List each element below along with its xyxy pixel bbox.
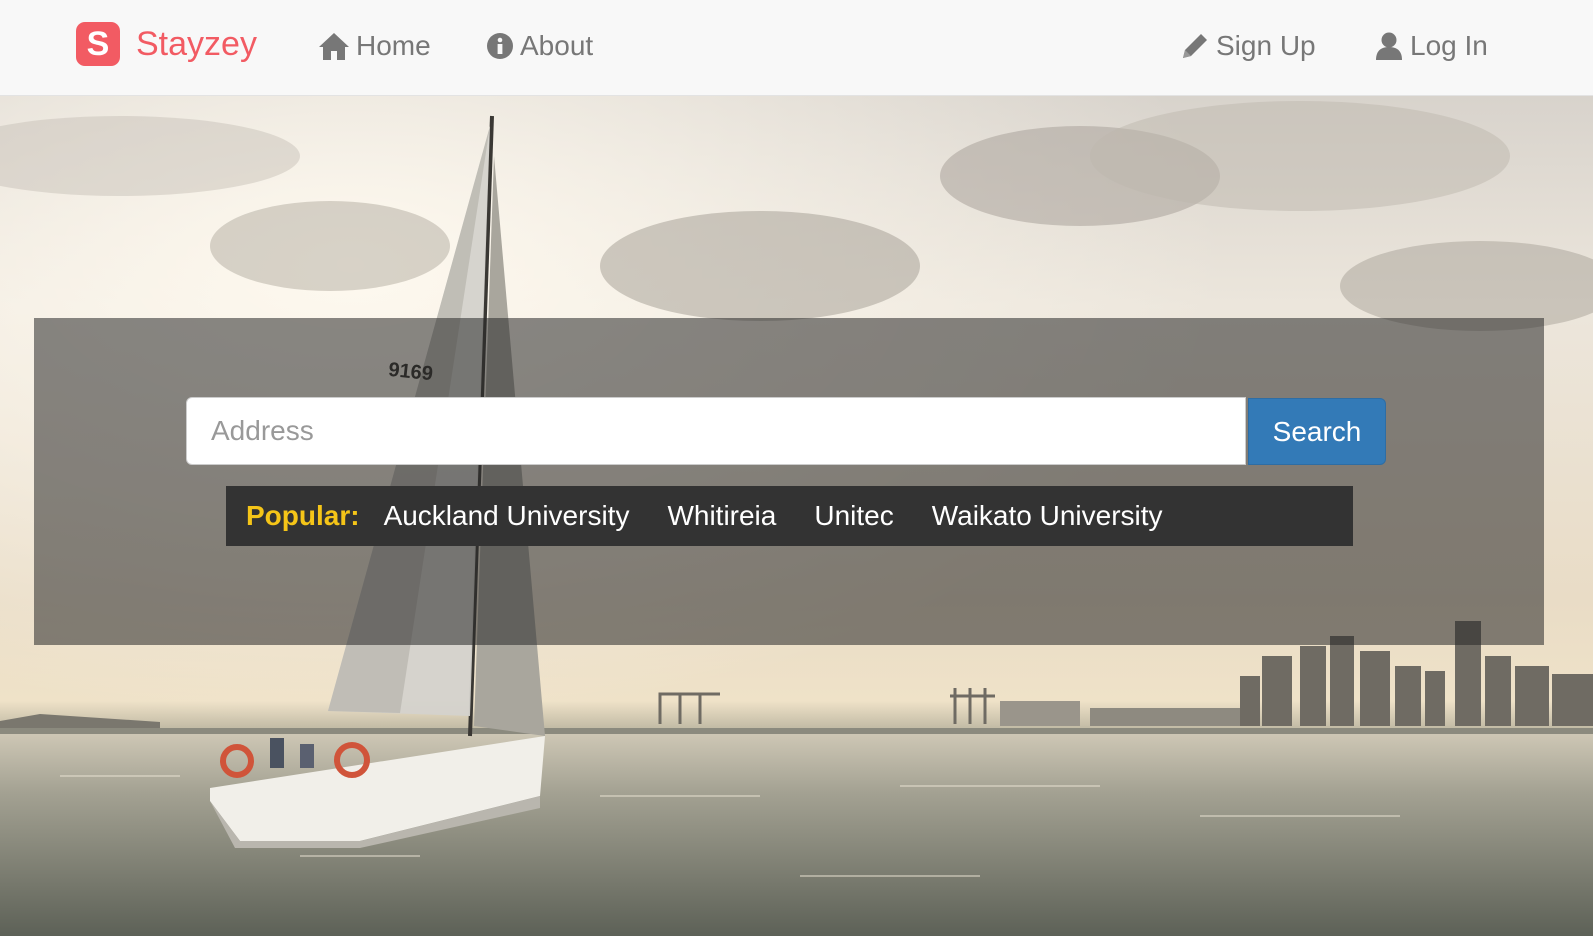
nav-about-link[interactable]: About <box>486 26 593 66</box>
brand-logo: S <box>76 22 120 66</box>
brand-link[interactable]: S Stayzey <box>76 22 257 66</box>
nav-home-label: Home <box>356 30 431 61</box>
info-icon <box>487 33 513 59</box>
search-panel <box>34 318 1544 645</box>
popular-link-whitireia[interactable]: Whitireia <box>667 500 776 532</box>
popular-link-unitec[interactable]: Unitec <box>814 500 893 532</box>
nav-login-label: Log In <box>1410 30 1488 61</box>
nav-signup-link[interactable]: Sign Up <box>1180 26 1316 66</box>
popular-link-auckland-university[interactable]: Auckland University <box>384 500 630 532</box>
home-icon <box>319 33 349 60</box>
pencil-icon <box>1183 34 1207 58</box>
navbar: S Stayzey Home About Sign Up Log In <box>0 0 1593 96</box>
search-button[interactable]: Search <box>1248 398 1386 465</box>
user-icon <box>1376 32 1402 60</box>
nav-login-link[interactable]: Log In <box>1374 26 1488 66</box>
nav-about-label: About <box>520 30 594 61</box>
nav-home-link[interactable]: Home <box>318 26 431 66</box>
brand-name: Stayzey <box>136 24 257 63</box>
popular-link-waikato-university[interactable]: Waikato University <box>932 500 1163 532</box>
nav-signup-label: Sign Up <box>1216 30 1316 61</box>
popular-destinations-bar: Popular: Auckland University Whitireia U… <box>226 486 1353 546</box>
popular-label: Popular: <box>246 500 360 531</box>
address-search-input[interactable] <box>186 397 1246 465</box>
